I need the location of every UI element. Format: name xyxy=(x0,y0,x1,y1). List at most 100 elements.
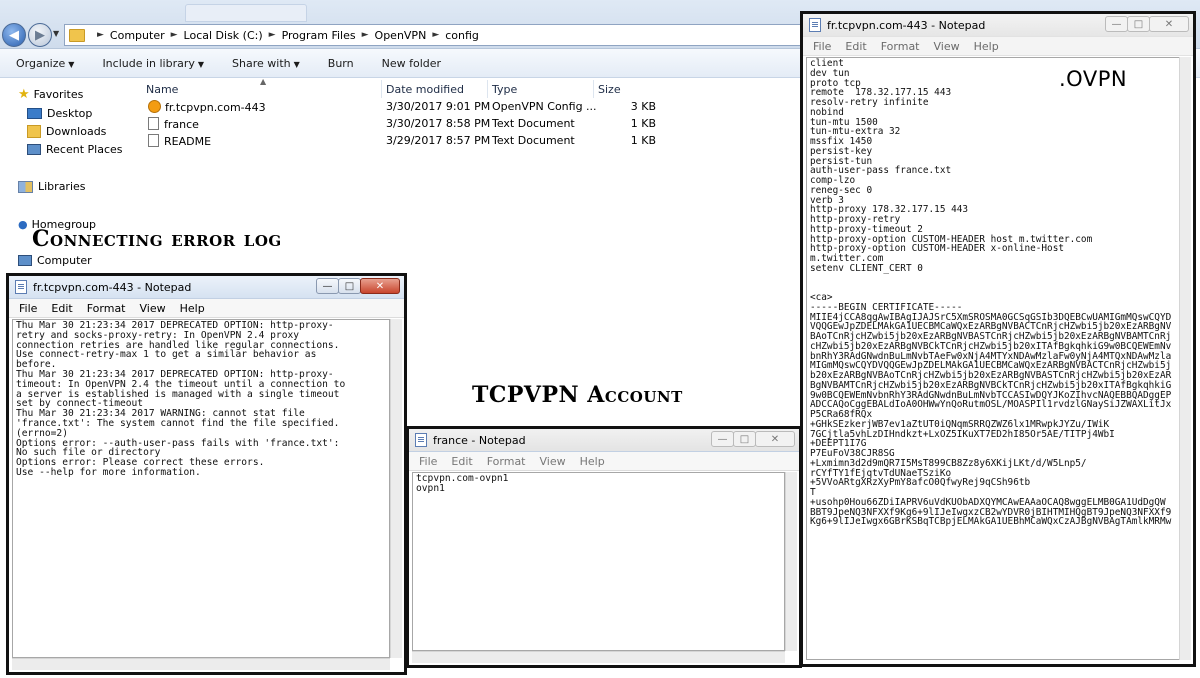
share-with-menu[interactable]: Share with ▼ xyxy=(218,57,314,70)
menu-view[interactable]: View xyxy=(133,302,173,315)
notepad-text-area[interactable]: tcpvpn.com-ovpn1 ovpn1 xyxy=(412,472,785,651)
column-header-name[interactable]: ▲ Name xyxy=(142,77,382,98)
menu-format[interactable]: Format xyxy=(80,302,133,315)
sort-ascending-icon: ▲ xyxy=(260,77,267,86)
background-window-tab xyxy=(185,4,307,22)
file-size: 1 KB xyxy=(630,134,656,147)
menu-view[interactable]: View xyxy=(533,455,573,468)
file-date: 3/29/2017 8:57 PM xyxy=(386,134,491,147)
nav-favorites[interactable]: ★ Favorites xyxy=(18,87,83,102)
file-name-cell[interactable]: README xyxy=(148,134,211,148)
minimize-button[interactable]: — xyxy=(1105,16,1128,32)
breadcrumb-local-disk[interactable]: Local Disk (C:) xyxy=(184,29,263,42)
file-name: fr.tcpvpn.com-443 xyxy=(165,101,266,114)
notepad-title: france - Notepad xyxy=(433,433,526,447)
ovpn-caption: .OVPN xyxy=(1059,67,1128,91)
menu-file[interactable]: File xyxy=(409,455,444,468)
include-in-library-label: Include in library xyxy=(102,56,195,70)
nav-desktop-label: Desktop xyxy=(47,107,93,120)
nav-libraries-label: Libraries xyxy=(38,180,86,193)
notepad-title: fr.tcpvpn.com-443 - Notepad xyxy=(827,18,986,32)
notepad-text-area[interactable]: client dev tun proto tcp remote 178.32.1… xyxy=(806,57,1181,660)
nav-desktop[interactable]: Desktop xyxy=(27,107,92,120)
error-log-text: Thu Mar 30 21:23:34 2017 DEPRECATED OPTI… xyxy=(16,320,346,478)
menu-edit[interactable]: Edit xyxy=(44,302,79,315)
window-controls: — □ ✕ xyxy=(1105,16,1189,32)
computer-icon xyxy=(18,255,32,266)
minimize-button[interactable]: — xyxy=(316,278,339,294)
chevron-right-icon: ► xyxy=(97,30,104,40)
file-name-cell[interactable]: fr.tcpvpn.com-443 xyxy=(148,100,266,114)
close-button[interactable]: ✕ xyxy=(1149,16,1189,32)
chevron-right-icon[interactable]: ► xyxy=(432,30,439,40)
vertical-scrollbar[interactable] xyxy=(390,319,402,658)
close-icon: ✕ xyxy=(770,433,780,445)
minimize-button[interactable]: — xyxy=(711,431,734,447)
minimize-icon: — xyxy=(322,280,333,292)
maximize-button[interactable]: □ xyxy=(338,278,361,294)
vertical-scrollbar[interactable] xyxy=(1179,57,1191,660)
menu-edit[interactable]: Edit xyxy=(444,455,479,468)
organize-menu[interactable]: Organize ▼ xyxy=(0,57,88,70)
file-date: 3/30/2017 9:01 PM xyxy=(386,100,491,113)
file-name-cell[interactable]: france xyxy=(148,117,199,131)
maximize-icon: □ xyxy=(739,433,750,445)
horizontal-scrollbar[interactable] xyxy=(412,651,785,663)
file-size: 1 KB xyxy=(630,117,656,130)
nav-downloads-label: Downloads xyxy=(46,125,107,138)
include-in-library-menu[interactable]: Include in library ▼ xyxy=(88,57,218,70)
chevron-right-icon[interactable]: ► xyxy=(362,30,369,40)
notepad-title-bar[interactable]: fr.tcpvpn.com-443 - Notepad — □ ✕ xyxy=(803,14,1193,37)
new-folder-button[interactable]: New folder xyxy=(368,57,455,70)
nav-recent-places[interactable]: Recent Places xyxy=(27,143,123,156)
notepad-menu-bar: File Edit Format View Help xyxy=(9,299,404,318)
file-type: Text Document xyxy=(492,134,575,147)
close-button[interactable]: ✕ xyxy=(755,431,795,447)
menu-help[interactable]: Help xyxy=(967,40,1006,53)
notepad-menu-bar: File Edit Format View Help xyxy=(409,452,799,471)
burn-button[interactable]: Burn xyxy=(314,57,368,70)
file-date: 3/30/2017 8:58 PM xyxy=(386,117,491,130)
vertical-scrollbar[interactable] xyxy=(785,472,797,651)
nav-downloads[interactable]: Downloads xyxy=(27,125,106,138)
text-document-icon xyxy=(148,134,159,147)
menu-help[interactable]: Help xyxy=(173,302,212,315)
menu-file[interactable]: File xyxy=(9,302,44,315)
file-row[interactable]: france 3/30/2017 8:58 PM Text Document 1… xyxy=(142,116,662,133)
close-icon: ✕ xyxy=(1164,18,1174,30)
horizontal-scrollbar[interactable] xyxy=(12,658,390,670)
nav-libraries[interactable]: Libraries xyxy=(18,180,86,193)
notepad-text-area[interactable]: Thu Mar 30 21:23:34 2017 DEPRECATED OPTI… xyxy=(12,319,390,658)
file-row[interactable]: fr.tcpvpn.com-443 3/30/2017 9:01 PM Open… xyxy=(142,99,662,116)
notepad-title-bar[interactable]: france - Notepad — □ ✕ xyxy=(409,429,799,452)
downloads-folder-icon xyxy=(27,125,41,138)
forward-button[interactable]: ▶ xyxy=(28,23,52,47)
chevron-right-icon[interactable]: ► xyxy=(171,30,178,40)
nav-computer[interactable]: Computer xyxy=(18,254,92,267)
breadcrumb-config[interactable]: config xyxy=(445,29,479,42)
menu-format[interactable]: Format xyxy=(874,40,927,53)
back-button[interactable]: ◀ xyxy=(2,23,26,47)
close-button[interactable]: ✕ xyxy=(360,278,400,294)
column-header-date[interactable]: Date modified xyxy=(382,80,488,98)
notepad-title-bar[interactable]: fr.tcpvpn.com-443 - Notepad — □ ✕ xyxy=(9,276,404,299)
menu-format[interactable]: Format xyxy=(480,455,533,468)
star-icon: ★ xyxy=(18,87,30,102)
file-row[interactable]: README 3/29/2017 8:57 PM Text Document 1… xyxy=(142,133,662,150)
menu-view[interactable]: View xyxy=(927,40,967,53)
breadcrumb-program-files[interactable]: Program Files xyxy=(282,29,356,42)
column-header-type[interactable]: Type xyxy=(488,80,594,98)
maximize-icon: □ xyxy=(1133,18,1144,30)
recent-pages-dropdown-icon[interactable]: ▼ xyxy=(53,29,59,38)
breadcrumb-openvpn[interactable]: OpenVPN xyxy=(375,29,427,42)
menu-edit[interactable]: Edit xyxy=(838,40,873,53)
maximize-button[interactable]: □ xyxy=(1127,16,1150,32)
chevron-right-icon[interactable]: ► xyxy=(269,30,276,40)
menu-help[interactable]: Help xyxy=(573,455,612,468)
window-controls: — □ ✕ xyxy=(711,431,795,447)
address-bar[interactable]: ► Computer ► Local Disk (C:) ► Program F… xyxy=(64,24,806,46)
maximize-button[interactable]: □ xyxy=(733,431,756,447)
column-header-size[interactable]: Size xyxy=(594,80,666,98)
breadcrumb-computer[interactable]: Computer xyxy=(110,29,165,42)
menu-file[interactable]: File xyxy=(803,40,838,53)
